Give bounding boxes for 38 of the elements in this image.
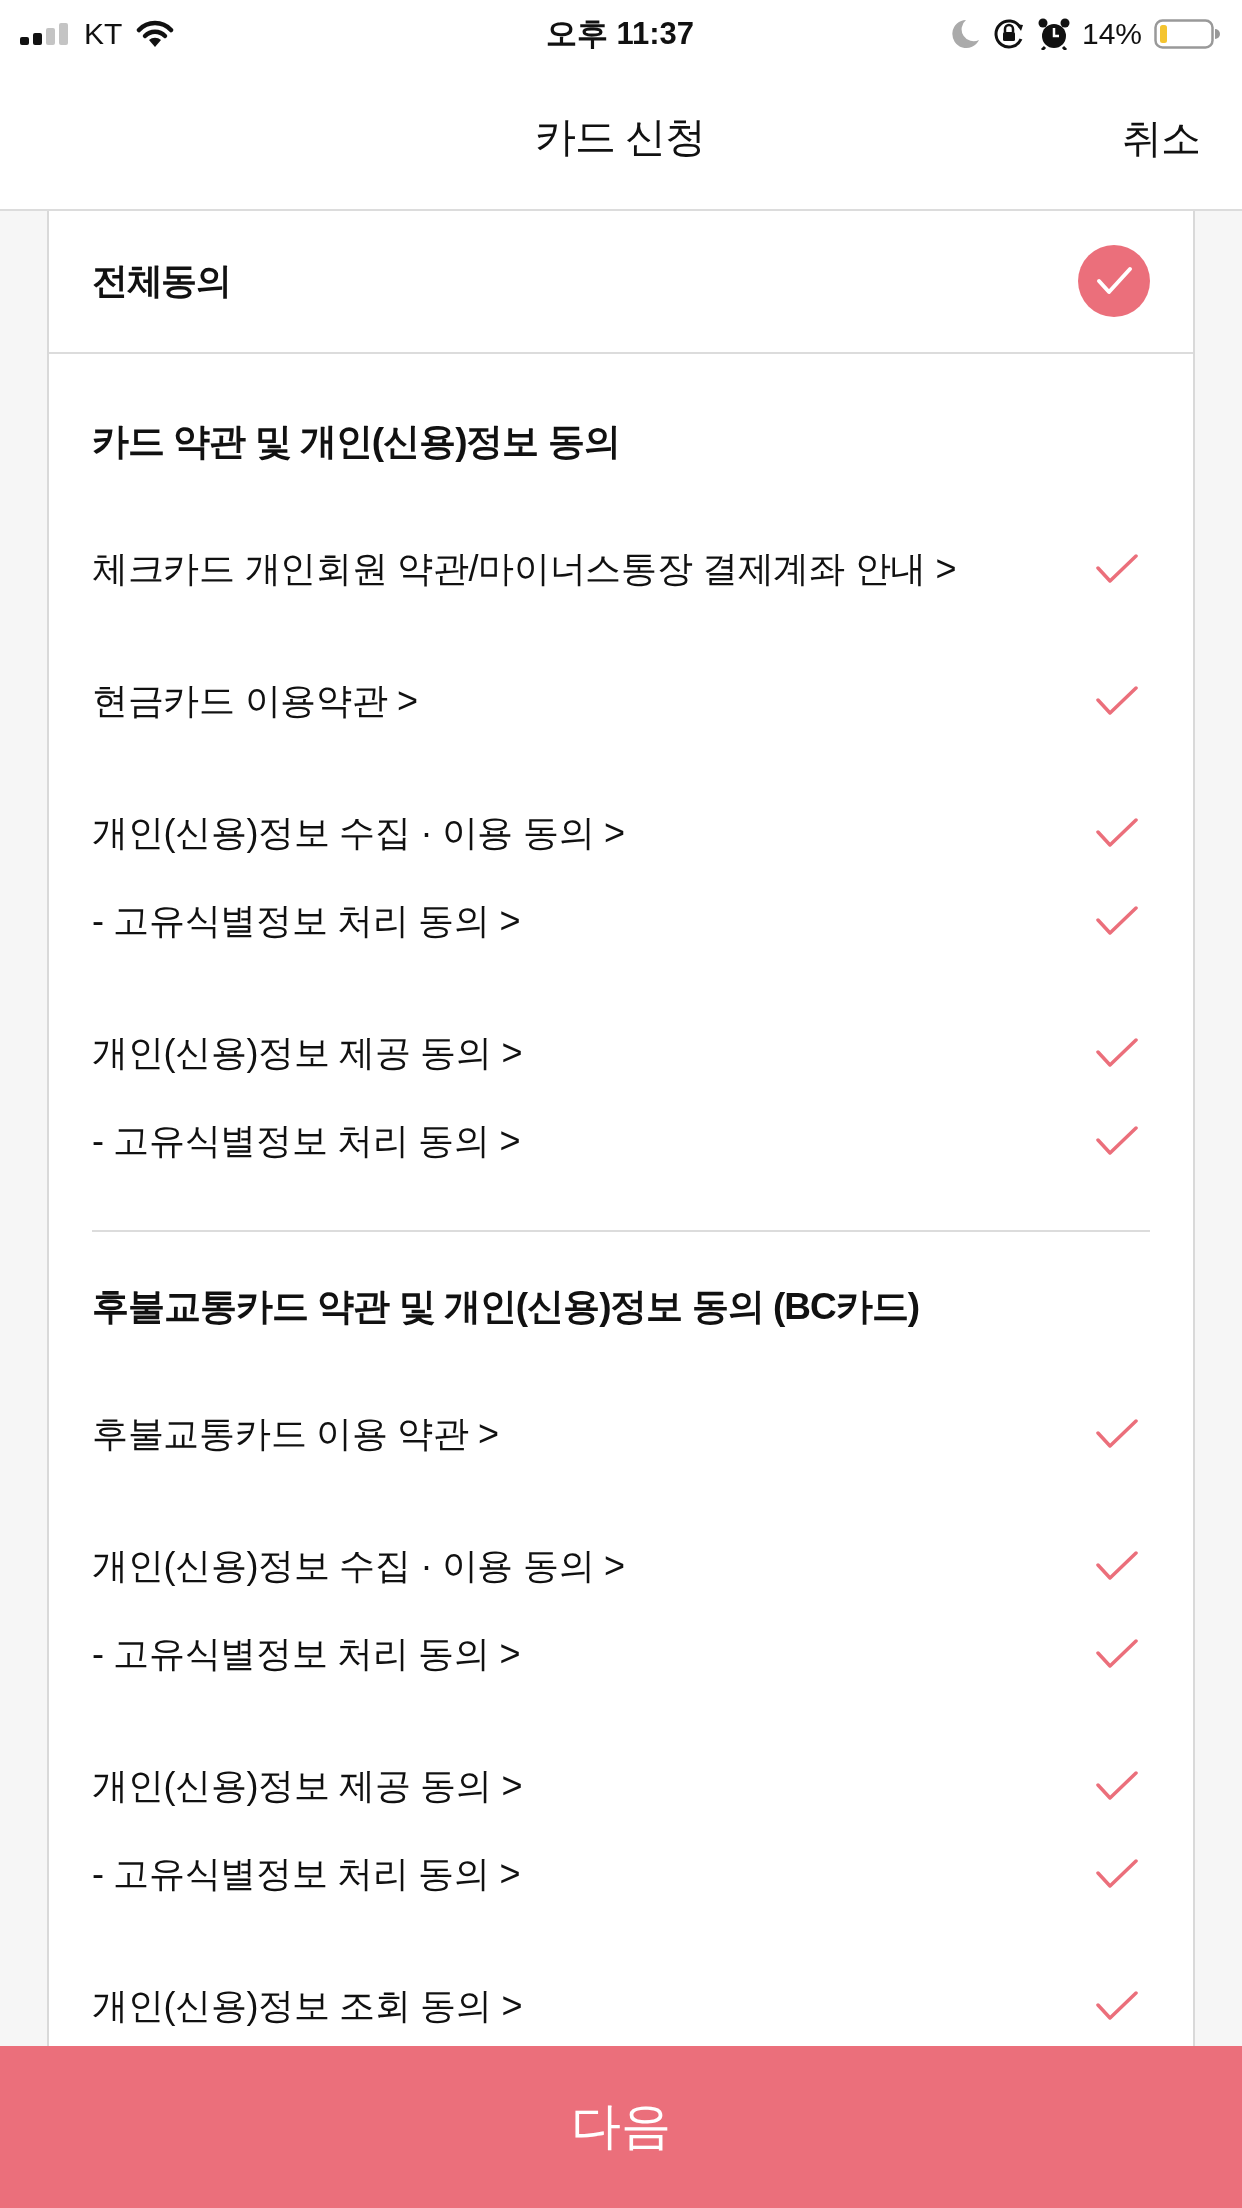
check-circle-icon[interactable] bbox=[1078, 245, 1150, 318]
terms-link[interactable]: - 고유식별정보 처리 동의 > bbox=[92, 1113, 521, 1168]
checkmark-icon[interactable] bbox=[1096, 1859, 1138, 1889]
signal-icon bbox=[20, 22, 70, 45]
checkmark-icon[interactable] bbox=[1096, 686, 1138, 716]
battery-icon bbox=[1154, 18, 1220, 49]
terms-link[interactable]: 현금카드 이용약관 > bbox=[92, 673, 418, 728]
checkmark-icon[interactable] bbox=[1096, 1771, 1138, 1801]
moon-icon bbox=[951, 18, 980, 49]
clock-time: 오후 11:37 bbox=[545, 14, 695, 53]
checkmark-icon[interactable] bbox=[1096, 906, 1138, 936]
checkmark-icon[interactable] bbox=[1096, 1126, 1138, 1156]
terms-link[interactable]: 개인(신용)정보 수집 · 이용 동의 > bbox=[92, 805, 625, 860]
battery-percent: 14% bbox=[1081, 16, 1142, 53]
section-title: 후불교통카드 약관 및 개인(신용)정보 동의 (BC카드) bbox=[92, 1284, 921, 1329]
terms-link[interactable]: - 고유식별정보 처리 동의 > bbox=[92, 1846, 521, 1901]
checkmark-icon[interactable] bbox=[1096, 554, 1138, 584]
cancel-button[interactable]: 취소 bbox=[1122, 108, 1200, 169]
terms-link[interactable]: - 고유식별정보 처리 동의 > bbox=[92, 893, 521, 948]
carrier-name: KT bbox=[84, 16, 123, 53]
terms-link[interactable]: 개인(신용)정보 수집 · 이용 동의 > bbox=[92, 1538, 625, 1593]
terms-link[interactable]: 개인(신용)정보 조회 동의 > bbox=[92, 1978, 523, 2033]
checkmark-icon[interactable] bbox=[1096, 1991, 1138, 2021]
section-title: 카드 약관 및 개인(신용)정보 동의 bbox=[92, 419, 621, 464]
wifi-icon bbox=[136, 19, 175, 48]
terms-link[interactable]: - 고유식별정보 처리 동의 > bbox=[92, 1626, 521, 1681]
terms-link[interactable]: 후불교통카드 이용 약관 > bbox=[92, 1406, 499, 1461]
terms-link[interactable]: 개인(신용)정보 제공 동의 > bbox=[92, 1025, 523, 1080]
checkmark-icon[interactable] bbox=[1096, 1038, 1138, 1068]
checkmark-icon[interactable] bbox=[1096, 1639, 1138, 1669]
terms-link[interactable]: 체크카드 개인회원 약관/마이너스통장 결제계좌 안내 > bbox=[92, 541, 957, 596]
agree-all-label: 전체동의 bbox=[92, 259, 230, 304]
terms-link[interactable]: 개인(신용)정보 제공 동의 > bbox=[92, 1758, 523, 1813]
checkmark-icon[interactable] bbox=[1096, 1419, 1138, 1449]
alarm-clock-icon bbox=[1037, 17, 1070, 50]
page-title: 카드 신청 bbox=[534, 113, 706, 163]
checkmark-icon[interactable] bbox=[1096, 1551, 1138, 1581]
checkmark-icon[interactable] bbox=[1096, 818, 1138, 848]
